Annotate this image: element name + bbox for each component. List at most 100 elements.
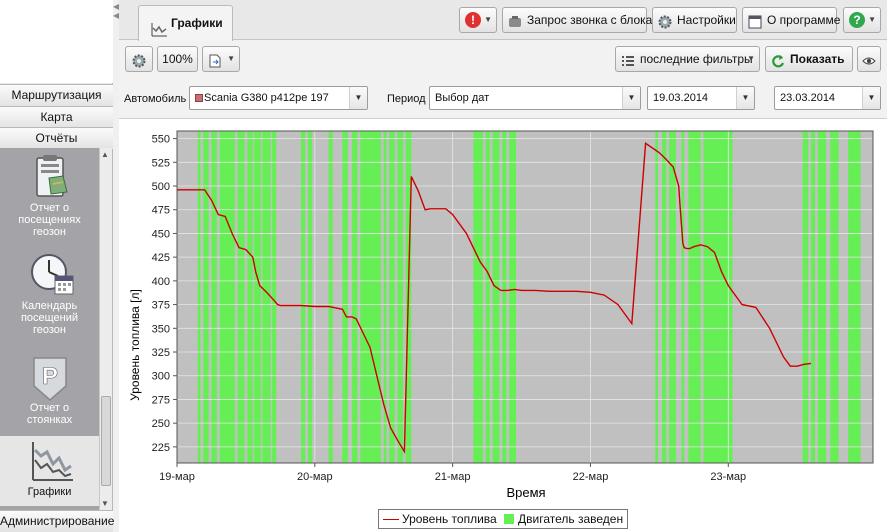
engine-on-band xyxy=(237,131,245,463)
engine-on-band xyxy=(492,131,500,463)
vehicle-color-swatch xyxy=(195,94,203,102)
y-axis-label: Уровень топлива [л] xyxy=(128,289,142,401)
sidebar-item-charts[interactable]: Графики xyxy=(0,436,99,506)
calendar-dropdown-icon[interactable]: ▼ xyxy=(736,87,754,109)
sidebar-item-geozone-visits[interactable]: Отчет о посещениях геозон xyxy=(0,154,99,240)
legend-fuel-label: Уровень топлива xyxy=(402,512,497,526)
export-dropdown-button[interactable]: ▼ xyxy=(202,46,240,72)
scrollbar-thumb[interactable] xyxy=(101,396,111,486)
engine-on-band xyxy=(473,131,483,463)
sidebar-section-routing[interactable]: Маршрутизация xyxy=(0,84,113,106)
engine-on-band xyxy=(848,131,861,463)
x-axis-label: Время xyxy=(506,485,545,500)
engine-on-band xyxy=(247,131,253,463)
zoom-100-button[interactable]: 100% xyxy=(157,46,198,72)
about-button[interactable]: О программе xyxy=(742,7,841,33)
view-toggle-button[interactable] xyxy=(857,46,881,72)
y-tick-label: 275 xyxy=(152,394,170,406)
engine-on-band xyxy=(254,131,262,463)
phone-icon xyxy=(508,13,522,27)
y-tick-label: 325 xyxy=(152,347,170,359)
y-tick-label: 450 xyxy=(152,228,170,240)
fuel-level-chart: 225 250 275 300 325 350 375 400 425 450 475 500 525 5… xyxy=(128,130,874,500)
alerts-dropdown-button[interactable]: ! ▼ xyxy=(459,7,497,33)
engine-on-band xyxy=(360,131,381,463)
y-tick-label: 375 xyxy=(152,300,170,312)
legend-fuel-swatch xyxy=(383,519,399,520)
vehicle-label: Автомобиль xyxy=(124,93,187,105)
sidebar-section-map[interactable]: Карта xyxy=(0,106,113,128)
engine-on-band xyxy=(802,131,809,463)
y-tick-label: 525 xyxy=(152,157,170,169)
engine-on-band xyxy=(662,131,667,463)
red-exclamation-icon: ! xyxy=(465,12,481,28)
engine-on-band xyxy=(502,131,507,463)
call-request-button[interactable]: Запрос звонка с блока xyxy=(502,7,652,33)
chevron-down-icon[interactable]: ▼ xyxy=(622,87,640,109)
engine-on-band xyxy=(669,131,676,463)
calendar-dropdown-icon[interactable]: ▼ xyxy=(862,87,880,109)
engine-on-band xyxy=(397,131,404,463)
chevron-down-icon: ▼ xyxy=(868,15,876,24)
engine-on-band xyxy=(301,131,306,463)
sidebar-item-geozone-calendar[interactable]: Календарь посещений геозон xyxy=(0,252,99,338)
engine-on-band xyxy=(817,131,827,463)
sidebar-item-parking-report[interactable]: P Отчет о стоянках xyxy=(0,354,99,428)
call-request-label: Запрос звонка с блока xyxy=(527,13,653,27)
chart-settings-button[interactable] xyxy=(125,46,153,72)
legend-engine-swatch xyxy=(504,514,514,524)
y-tick-label: 250 xyxy=(152,418,170,430)
period-select[interactable]: Выбор дат ▼ xyxy=(429,86,641,110)
chevron-down-icon: ▼ xyxy=(484,15,492,24)
reports-panel: Отчет о посещениях геозон Календарь посе… xyxy=(0,148,99,510)
engine-on-band xyxy=(655,131,658,463)
gear-icon xyxy=(658,13,672,29)
vehicle-value: Scania G380 p412pe 197 xyxy=(204,92,329,104)
recent-filters-dropdown[interactable]: последние фильтры ▼ xyxy=(615,46,760,72)
plot-background xyxy=(177,131,873,463)
tab-charts[interactable]: Графики xyxy=(138,5,233,41)
sidebar-section-reports[interactable]: Отчёты xyxy=(0,127,113,149)
engine-on-band xyxy=(197,131,201,463)
y-tick-label: 350 xyxy=(152,323,170,335)
sidebar-item-label: Графики xyxy=(27,486,72,498)
parking-sign-icon: P xyxy=(29,354,71,401)
settings-button[interactable]: Настройки xyxy=(652,7,737,33)
info-window-icon xyxy=(748,13,762,29)
engine-on-band xyxy=(810,131,816,463)
engine-on-band xyxy=(219,131,235,463)
eye-icon xyxy=(862,52,876,66)
date-from-field[interactable]: 19.03.2014 ▼ xyxy=(647,86,755,110)
chevron-down-icon[interactable]: ▼ xyxy=(349,87,367,109)
engine-on-band xyxy=(681,131,685,463)
scroll-down-icon[interactable]: ▼ xyxy=(101,499,109,508)
tab-bar: Графики ! ▼ Запрос звонка с блока Настро… xyxy=(119,0,887,41)
engine-on-band xyxy=(328,131,333,463)
legend-engine-label: Двигатель заведен xyxy=(518,512,624,526)
date-to-field[interactable]: 23.03.2014 ▼ xyxy=(774,86,881,110)
recent-filters-label: последние фильтры xyxy=(640,52,753,66)
green-question-icon: ? xyxy=(849,12,865,28)
show-button[interactable]: Показать xyxy=(765,46,853,72)
engine-on-band xyxy=(307,131,313,463)
engine-on-band xyxy=(509,131,517,463)
vehicle-select[interactable]: Scania G380 p412pe 197 ▼ xyxy=(189,86,368,110)
chart-legend: Уровень топлива Двигатель заведен xyxy=(378,509,628,529)
scroll-up-icon[interactable]: ▲ xyxy=(101,150,109,159)
period-value: Выбор дат xyxy=(435,92,490,104)
engine-on-band xyxy=(342,131,348,463)
chevron-down-icon: ▼ xyxy=(747,54,755,63)
gear-icon xyxy=(132,52,146,68)
clock-calendar-icon xyxy=(29,252,73,295)
about-label: О программе xyxy=(767,13,841,27)
x-tick-label: 22-мар xyxy=(573,471,609,483)
engine-on-band xyxy=(352,131,358,463)
sidebar-scrollbar[interactable]: ▲ ▼ xyxy=(99,148,112,510)
list-icon xyxy=(621,52,635,66)
chart-panel: 225 250 275 300 325 350 375 400 425 450 475 500 525 5… xyxy=(119,118,887,532)
help-dropdown-button[interactable]: ? ▼ xyxy=(843,7,881,33)
refresh-icon xyxy=(771,52,785,68)
sidebar-section-administration[interactable]: Администрирование xyxy=(0,510,114,532)
app-window: Маршрутизация Карта Отчёты Отчет о посещ… xyxy=(0,0,887,532)
show-label: Показать xyxy=(790,52,845,66)
